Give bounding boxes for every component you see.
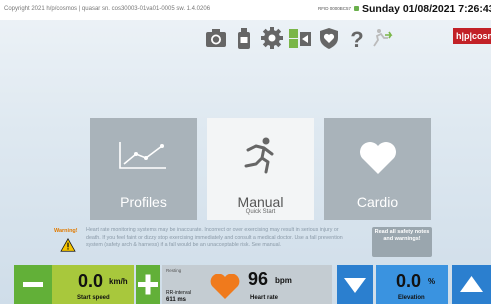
line-chart-icon [119, 142, 166, 169]
elevation-caption: Elevation [398, 295, 425, 301]
gear-icon[interactable] [260, 26, 284, 50]
camera-icon[interactable] [204, 26, 228, 50]
speed-value: 0.0 [78, 271, 104, 291]
heart-rate-value: 96 [248, 269, 269, 289]
warning-icon [60, 238, 76, 252]
manual-tile[interactable]: Manual Quick Start [207, 118, 314, 220]
toolbar: ? h|p|cosmos [0, 20, 491, 56]
rr-interval-label: RR-interval [166, 290, 192, 296]
elevation-decrease-button[interactable] [337, 265, 373, 304]
shield-heart-icon[interactable] [317, 26, 341, 50]
manual-label: Manual [237, 194, 284, 210]
elevation-increase-button[interactable] [452, 265, 491, 304]
bottle-icon[interactable] [232, 26, 256, 50]
svg-text:?: ? [350, 27, 363, 50]
cardio-label: Cardio [356, 194, 399, 210]
warning-title: Warning! [54, 228, 78, 234]
rfid-status-indicator [354, 6, 359, 11]
settings-panel-icon[interactable] [288, 26, 312, 50]
minus-icon [23, 282, 43, 287]
read-safety-notes-button[interactable]: Read all safety notes and warnings! [372, 227, 432, 257]
help-icon[interactable]: ? [345, 26, 369, 52]
speed-unit: km/h [109, 277, 128, 286]
status-bar: Copyright 2021 h/p/cosmos | quasar sn. c… [0, 0, 491, 20]
speed-decrease-button[interactable] [14, 265, 52, 304]
datetime: Sunday 01/08/2021 7:26:43 P [362, 3, 491, 15]
heart-rate-mode: Resting [166, 268, 182, 273]
rfid-label: RFID 0000BC57 [318, 6, 352, 11]
warning-text: Heart rate monitoring systems may be ina… [86, 227, 343, 249]
arrow-down-icon [344, 278, 366, 293]
running-arrow-icon[interactable] [370, 26, 394, 50]
speed-display: 0.0 km/h Start speed [52, 265, 134, 304]
speed-caption: Start speed [77, 295, 110, 301]
elevation-value: 0.0 [396, 271, 422, 291]
profiles-tile[interactable]: Profiles [90, 118, 197, 220]
brand-logo: h|p|cosmos [453, 28, 491, 44]
manual-sub-label: Quick Start [245, 209, 276, 215]
control-bar: 0.0 km/h Start speed Resting RR-interval… [0, 265, 491, 304]
elevation-unit: % [428, 277, 436, 286]
cardio-tile[interactable]: Cardio [324, 118, 431, 220]
runner-icon [244, 137, 274, 174]
profiles-label: Profiles [120, 194, 167, 210]
heart-rate-display: Resting RR-interval 611 ms 96 bpm Heart … [162, 265, 332, 304]
heart-rate-caption: Heart rate [250, 295, 279, 301]
speed-increase-button[interactable] [136, 265, 160, 304]
elevation-display: 0.0 % Elevation [376, 265, 448, 304]
arrow-up-icon [460, 276, 483, 292]
plus-icon [138, 274, 158, 295]
heart-icon [360, 142, 396, 174]
rr-interval-value: 611 ms [166, 297, 187, 303]
heart-rate-icon [210, 274, 240, 299]
copyright-text: Copyright 2021 h/p/cosmos | quasar sn. c… [4, 6, 211, 12]
heart-rate-unit: bpm [275, 276, 292, 285]
